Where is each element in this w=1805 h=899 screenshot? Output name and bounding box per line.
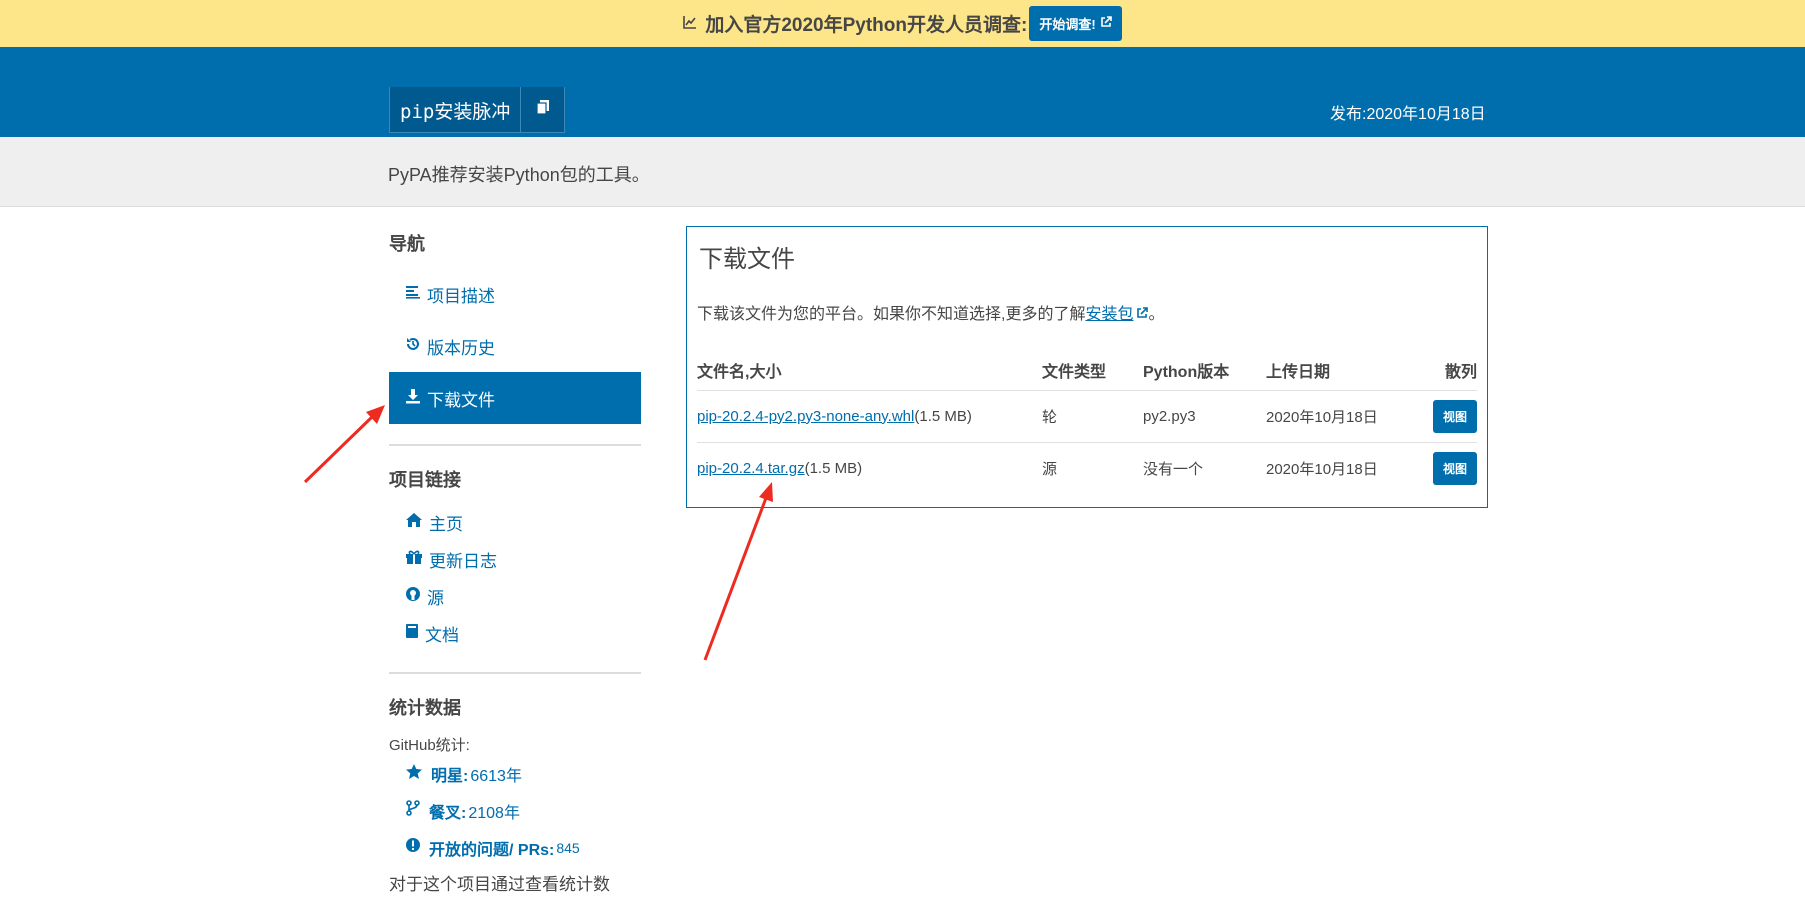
link-changelog[interactable]: 更新日志 <box>389 541 641 578</box>
external-link-icon <box>1136 306 1149 323</box>
external-link-icon <box>1100 16 1112 31</box>
file-download-link[interactable]: pip-20.2.4-py2.py3-none-any.whl <box>697 408 914 425</box>
upload-date-cell: 2020年10月18日 <box>1266 390 1416 443</box>
code-fork-icon <box>405 800 421 821</box>
link-documentation[interactable]: 文档 <box>389 615 641 652</box>
stat-forks[interactable]: 餐叉: 2108年 <box>389 792 641 829</box>
annotation-arrow-sidebar <box>303 405 385 484</box>
sidebar-item-label: 项目描述 <box>427 286 495 306</box>
chart-line-icon <box>683 15 697 32</box>
stat-stars[interactable]: 明星: 6613年 <box>389 755 641 792</box>
installing-packages-link[interactable]: 安装包 <box>1085 306 1149 323</box>
star-icon <box>405 763 423 785</box>
sidebar-item-label: 下载文件 <box>427 390 495 410</box>
description-suffix: 。 <box>1148 306 1165 323</box>
hashes-cell: 视图 <box>1416 442 1477 494</box>
hashes-cell: 视图 <box>1416 390 1477 443</box>
survey-notice-banner: 加入官方2020年Python开发人员调查: 开始调查! <box>0 0 1805 47</box>
filename-cell: pip-20.2.4.tar.gz(1.5 MB) <box>697 442 1042 494</box>
statistics-heading: 统计数据 <box>389 698 461 718</box>
align-left-icon <box>405 284 421 304</box>
stat-label: 餐叉: <box>429 804 467 822</box>
table-header-row: 文件名,大小 文件类型 Python版本 上传日期 散列 <box>697 350 1477 391</box>
python-version-cell: 没有一个 <box>1143 460 1204 478</box>
stats-footer-text: 对于这个项目通过查看统计数 <box>389 875 610 894</box>
link-label: 文档 <box>425 626 459 645</box>
github-stats-label: GitHub统计: <box>389 737 470 754</box>
header-file-type: 文件类型 <box>1042 350 1143 391</box>
header-hashes: 散列 <box>1416 350 1477 391</box>
home-icon <box>405 512 423 533</box>
copy-icon <box>536 99 550 120</box>
link-source[interactable]: 源 <box>389 578 641 615</box>
stat-value: 6613年 <box>470 767 522 785</box>
release-date: 发布:2020年10月18日 <box>1330 106 1486 123</box>
header-python-version: Python版本 <box>1143 350 1266 391</box>
stat-label: 开放的问题/ PRs: <box>429 841 555 859</box>
github-icon <box>405 586 421 607</box>
start-survey-label: 开始调查! <box>1039 17 1096 32</box>
nav-heading: 导航 <box>389 234 425 254</box>
installing-packages-label: 安装包 <box>1085 306 1134 323</box>
upload-date-cell: 2020年10月18日 <box>1266 460 1378 478</box>
file-size: (1.5 MB) <box>804 459 863 477</box>
download-icon <box>405 388 421 409</box>
view-hashes-button[interactable]: 视图 <box>1432 451 1477 485</box>
link-label: 源 <box>427 589 444 608</box>
copy-button[interactable] <box>520 87 564 132</box>
package-header: pip安装脉冲 发布:2020年10月18日 <box>0 47 1805 137</box>
package-summary: PyPA推荐安装Python包的工具。 <box>388 165 650 185</box>
annotation-arrow-tarball <box>703 482 773 661</box>
package-summary-bar: PyPA推荐安装Python包的工具。 <box>0 137 1805 207</box>
exclamation-circle-icon <box>405 837 421 858</box>
file-type-cell: 轮 <box>1042 390 1143 443</box>
project-links-heading: 项目链接 <box>389 470 461 490</box>
file-type-cell: 源 <box>1042 460 1058 478</box>
link-homepage[interactable]: 主页 <box>389 504 641 541</box>
sidebar-item-history[interactable]: 版本历史 <box>389 320 641 372</box>
book-icon <box>405 623 419 644</box>
gift-icon <box>405 549 423 570</box>
start-survey-button[interactable]: 开始调查! <box>1029 6 1122 41</box>
table-row: pip-20.2.4.tar.gz(1.5 MB) 源 没有一个 2020年10… <box>697 442 1477 494</box>
filename-cell: pip-20.2.4-py2.py3-none-any.whl(1.5 MB) <box>697 390 1042 443</box>
python-version-cell: py2.py3 <box>1143 390 1266 443</box>
download-files-description: 下载该文件为您的平台。如果你不知道选择,更多的了解安装包。 <box>697 300 1477 324</box>
header-filename: 文件名,大小 <box>697 350 1042 391</box>
survey-notice-text: 加入官方2020年Python开发人员调查: <box>705 15 1028 36</box>
link-label: 主页 <box>429 515 463 534</box>
sidebar-divider <box>389 672 641 674</box>
sidebar-item-description[interactable]: 项目描述 <box>389 268 641 320</box>
header-upload-date: 上传日期 <box>1266 350 1416 391</box>
file-size: (1.5 MB) <box>914 407 972 425</box>
view-hashes-button[interactable]: 视图 <box>1432 399 1477 433</box>
stat-value: 845 <box>556 839 580 856</box>
link-label: 更新日志 <box>429 552 497 571</box>
description-text: 下载该文件为您的平台。如果你不知道选择,更多的了解 <box>697 306 1086 323</box>
sidebar-divider <box>389 444 641 446</box>
table-row: pip-20.2.4-py2.py3-none-any.whl(1.5 MB) … <box>697 390 1477 443</box>
sidebar-item-label: 版本历史 <box>427 338 495 358</box>
pip-install-command: pip安装脉冲 <box>389 87 566 133</box>
stat-label: 明星: <box>431 767 469 785</box>
stat-value: 2108年 <box>468 804 520 822</box>
stat-open-issues[interactable]: 开放的问题/ PRs: 845 <box>389 829 641 866</box>
download-files-title: 下载文件 <box>699 246 795 273</box>
download-files-table: 文件名,大小 文件类型 Python版本 上传日期 散列 pip-20.2.4-… <box>697 350 1477 494</box>
file-download-link[interactable]: pip-20.2.4.tar.gz <box>697 460 805 477</box>
sidebar: 导航 项目描述 版本历史 下载文件 项目链接 主页 更新日志 源 文档 统计数据… <box>389 230 641 895</box>
sidebar-item-download-files[interactable]: 下载文件 <box>389 372 641 424</box>
download-files-panel: 下载文件 下载该文件为您的平台。如果你不知道选择,更多的了解安装包。 文件名,大… <box>686 226 1488 508</box>
history-icon <box>405 336 421 357</box>
pip-command-text: pip安装脉冲 <box>400 101 511 123</box>
